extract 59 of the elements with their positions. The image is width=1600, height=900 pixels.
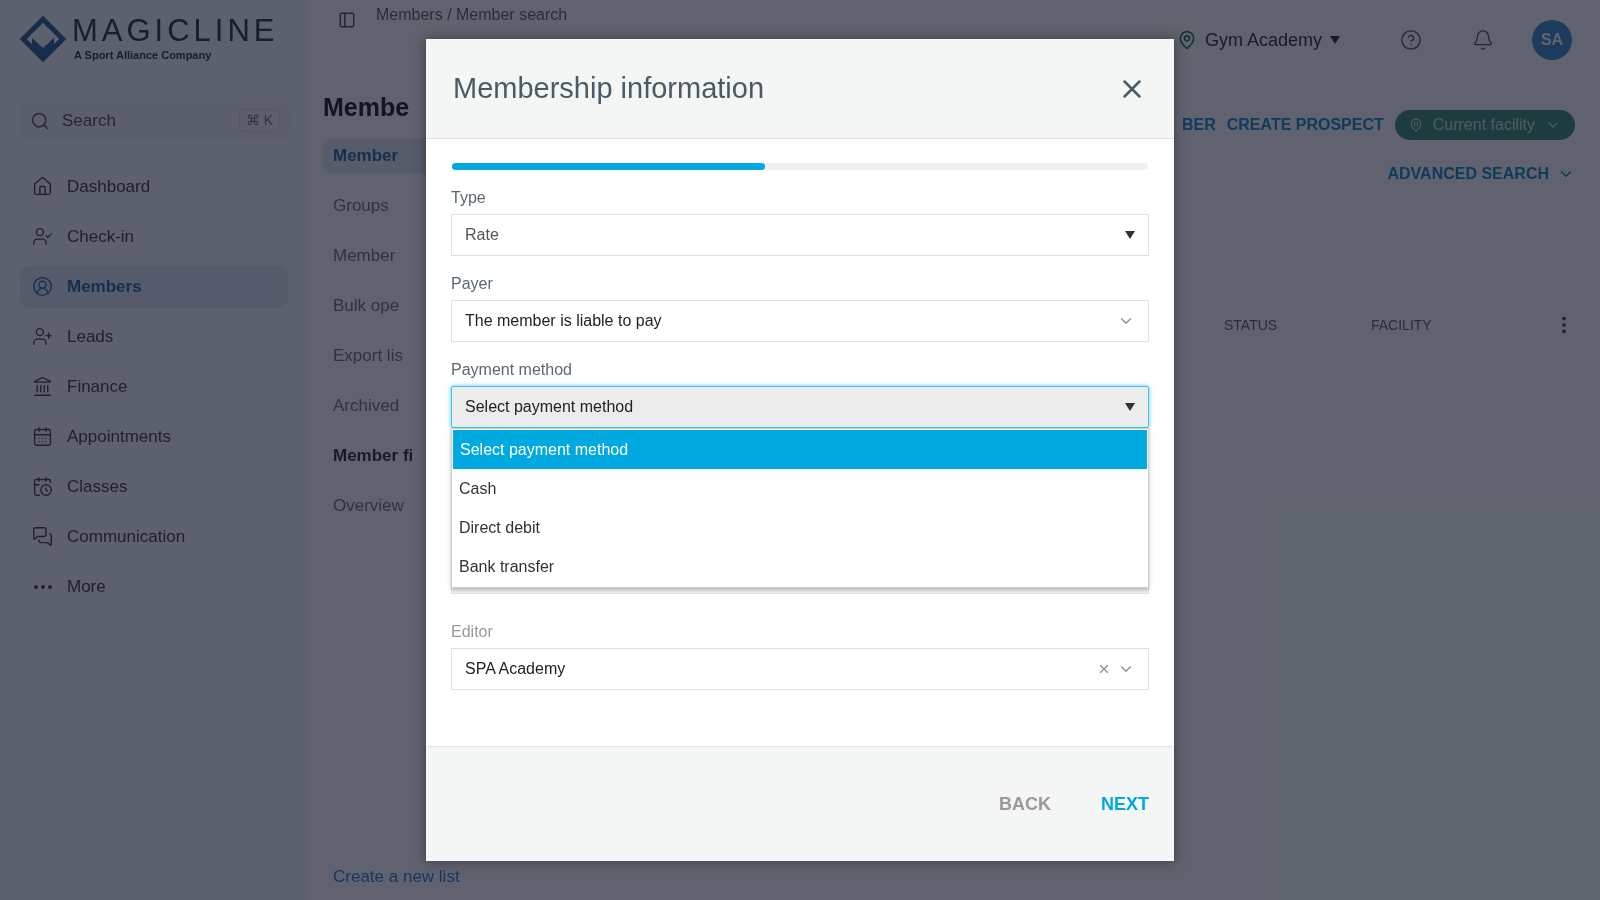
logo-icon [20,16,66,63]
sidebar-item[interactable]: Leads [20,315,288,358]
search-icon [30,110,50,131]
bank-icon [32,376,53,397]
facility-name: Gym Academy [1204,28,1322,52]
help-icon[interactable] [1400,29,1422,51]
calendar-icon [32,426,53,447]
page-title: Membe [323,92,410,122]
select-field[interactable]: Rate [451,214,1149,256]
sidebar-item[interactable]: More [20,565,288,608]
subnav-item[interactable]: Member [323,138,426,174]
sidebar-item[interactable]: Members [20,265,288,308]
sidebar-item[interactable]: Dashboard [20,165,288,208]
caret-icon [1125,403,1135,411]
dropdown-option[interactable]: Select payment method [453,430,1147,469]
sidebar-item[interactable]: Classes [20,465,288,508]
caret-icon [1125,231,1135,239]
search-placeholder: Search [62,109,117,132]
sidebar-item[interactable]: Communication [20,515,288,558]
select-field[interactable]: The member is liable to pay [451,300,1149,342]
bell-icon[interactable] [1472,29,1494,51]
brand-tagline: A Sport Alliance Company [74,48,213,63]
brand-name: MAGICLINE [72,15,279,47]
calendar-clock-icon [32,476,53,497]
field-label: Payment method [451,360,573,380]
dropdown-option[interactable]: Cash [452,469,1148,508]
sidebar-item[interactable]: Finance [20,365,288,408]
advanced-search-link[interactable]: ADVANCED SEARCH [1387,162,1575,186]
field-value: The member is liable to pay [465,311,663,331]
create-list-link[interactable]: Create a new list [333,866,460,888]
dropdown-option[interactable]: Direct debit [452,508,1148,547]
dropdown-option[interactable]: Bank transfer [452,547,1148,586]
action-link[interactable]: CREATE PROSPECT [1226,113,1384,137]
caret-icon [1330,36,1340,44]
clear-icon[interactable] [1097,662,1111,676]
back-button[interactable]: BACK [999,790,1051,818]
panel-toggle-icon[interactable] [338,11,356,29]
chat-icon [32,526,53,547]
field-value: SPA Academy [465,659,567,679]
person-check-icon [32,226,53,247]
select-field[interactable]: Select payment method [451,386,1149,428]
user-circle-icon [32,276,53,297]
field-label: Payer [451,274,494,294]
next-button[interactable]: NEXT [1101,790,1149,818]
sidebar-item[interactable]: Appointments [20,415,288,458]
field-label: Type [451,188,487,208]
section-heading: Member fi [333,445,415,468]
modal-title: Membership information [453,70,766,106]
person-plus-icon [32,326,53,347]
location-pin-icon [1408,118,1423,132]
field-label: Editor [451,622,494,642]
action-link[interactable]: BER [1182,113,1216,137]
home-icon [32,176,53,197]
avatar[interactable]: SA [1532,20,1572,60]
select-field[interactable]: SPA Academy [451,648,1149,690]
field-value: Select payment method [465,397,635,417]
sidebar-item[interactable]: Check-in [20,215,288,258]
more-icon [33,584,52,589]
field-value: Rate [465,225,500,245]
